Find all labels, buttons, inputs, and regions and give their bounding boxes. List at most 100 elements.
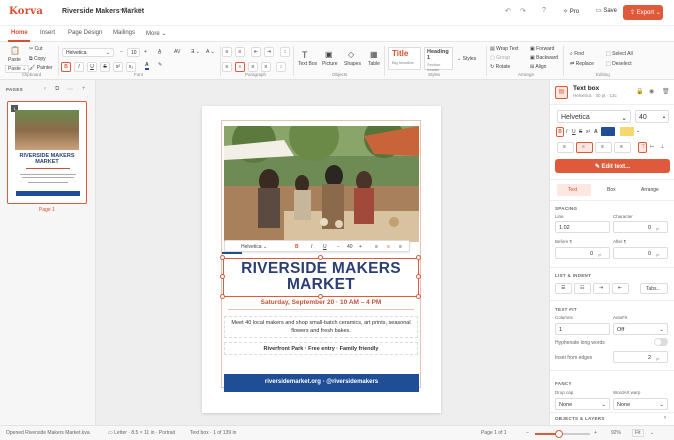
numbering-button[interactable]: ≡ <box>235 47 245 57</box>
help-button[interactable]: ? <box>542 7 546 14</box>
align-right-button[interactable]: ≡ <box>248 62 258 72</box>
paste-icon[interactable]: 📋 <box>10 46 20 55</box>
inset-field[interactable]: 2 <box>613 351 668 363</box>
numbered-list-button[interactable]: ☷ <box>574 283 591 294</box>
align-center-button[interactable]: ≡ <box>576 142 593 153</box>
superscript-button[interactable]: x² <box>113 62 123 72</box>
wordart-select[interactable]: None ⌄ <box>613 398 668 410</box>
collapse-icon[interactable]: ‹ <box>44 86 46 92</box>
align-left-button[interactable]: ≡ <box>222 62 232 72</box>
rotate-button[interactable]: ↻ Rotate <box>490 64 510 70</box>
text-color-button[interactable]: A <box>145 62 149 70</box>
delete-icon[interactable]: 🗑 <box>662 88 670 95</box>
document-page[interactable]: Helvetica ⌄ B I U − 40 + ≡ ≡ ≡ RIVERSIDE… <box>202 106 441 413</box>
tab-page-design[interactable]: Page Design <box>68 30 102 36</box>
highlight-color-swatch[interactable] <box>620 127 634 136</box>
description-text[interactable]: Meet 40 local makers and shop small-batc… <box>224 316 418 338</box>
date-line[interactable]: Saturday, September 20 · 10 AM – 4 PM <box>222 299 420 306</box>
headline-textbox[interactable]: RIVERSIDE MAKERS MARKET <box>223 258 419 297</box>
chevron-down-icon[interactable]: ⌄ <box>650 430 654 436</box>
undo-icon[interactable]: ↶ <box>505 7 511 15</box>
page-thumbnail[interactable]: 1 RIVERSIDE MAKERS MARKET <box>7 101 87 204</box>
resize-handle[interactable] <box>220 255 225 260</box>
resize-handle[interactable] <box>318 255 323 260</box>
objects-layers-section[interactable]: OBJECTS & LAYERS <box>555 416 605 421</box>
find-button[interactable]: ⌕ Find <box>570 51 584 57</box>
shapes-icon[interactable]: ◇ <box>348 50 354 59</box>
floating-bold-button[interactable]: B <box>295 244 299 250</box>
floating-underline-button[interactable]: U <box>323 244 327 250</box>
valign-bottom-icon[interactable]: ⊥ <box>660 144 664 150</box>
eye-icon[interactable]: ◉ <box>649 88 654 95</box>
after-spacing-field[interactable]: 0 <box>613 247 668 259</box>
valign-top-button[interactable]: ⊤ <box>638 142 647 153</box>
footer-banner[interactable]: riversidemarket.org · @riversidemakers <box>224 374 419 392</box>
bold-button[interactable]: B <box>61 62 71 72</box>
floating-font-select[interactable]: Helvetica ⌄ <box>241 244 267 250</box>
text-box-button[interactable]: Text Box <box>298 61 317 67</box>
zoom-in-button[interactable]: + <box>594 430 597 436</box>
duplicate-page-icon[interactable]: ⧉ <box>55 86 59 93</box>
zoom-slider[interactable] <box>535 430 590 438</box>
align-button[interactable]: ⊞ Align <box>530 64 546 70</box>
resize-handle[interactable] <box>220 274 225 279</box>
tab-mailings[interactable]: Mailings <box>113 30 135 36</box>
columns-field[interactable]: 1 <box>555 323 610 335</box>
tab-insert[interactable]: Insert <box>40 30 55 36</box>
bullet-list-button[interactable]: ☰ <box>555 283 572 294</box>
clear-format-button[interactable]: A ⌄ <box>206 49 215 55</box>
edit-text-button[interactable]: ✎ Edit text... <box>555 159 670 173</box>
tab-arrange[interactable]: Arrange <box>641 187 659 193</box>
replace-button[interactable]: ⇄ Replace <box>570 61 594 67</box>
italic-button[interactable]: I <box>566 129 567 135</box>
tab-box[interactable]: Box <box>607 187 616 193</box>
font-family-select[interactable]: Helvetica ⌄ <box>62 48 114 57</box>
export-button[interactable]: ⇪ Export ⌄ <box>623 5 663 20</box>
style-title-card[interactable]: Title Big headline <box>388 47 421 70</box>
wrap-text-button[interactable]: ▤ Wrap Text <box>490 46 518 52</box>
table-icon[interactable]: ▦ <box>370 50 378 59</box>
floating-minus-button[interactable]: − <box>337 244 340 250</box>
bullets-button[interactable]: ≡ <box>222 47 232 57</box>
painter-button[interactable]: 🖌 Painter <box>29 65 53 71</box>
before-spacing-field[interactable]: 0 <box>555 247 610 259</box>
more-icon[interactable]: ⋯ <box>67 86 73 93</box>
deselect-button[interactable]: ⬚ Deselect <box>606 61 632 67</box>
zoom-slider-knob[interactable] <box>554 430 563 438</box>
lock-icon[interactable]: 🔒 <box>636 88 643 95</box>
shapes-button[interactable]: Shapes <box>344 61 361 67</box>
floating-align-right-icon[interactable]: ≡ <box>399 244 402 250</box>
tab-home[interactable]: Home <box>11 30 28 36</box>
tab-more[interactable]: More ⌄ <box>146 30 166 37</box>
text-color-swatch[interactable] <box>601 127 615 136</box>
floating-italic-button[interactable]: I <box>311 244 312 250</box>
justify-button[interactable]: ≡ <box>261 62 271 72</box>
picture-icon[interactable]: ▣ <box>325 50 333 59</box>
tab-text[interactable]: Text <box>557 184 591 196</box>
justify-button[interactable]: ≡ <box>614 142 631 153</box>
redo-icon[interactable]: ↷ <box>520 7 526 15</box>
autofit-select[interactable]: Off ⌄ <box>613 323 668 335</box>
char-spacing-button[interactable]: AV <box>174 49 180 55</box>
save-button[interactable]: ▭ Save <box>596 7 617 14</box>
line-spacing-field[interactable]: 1.02 <box>555 221 610 233</box>
font-family-select[interactable]: Helvetica ⌄ <box>557 110 631 123</box>
character-spacing-field[interactable]: 0 <box>613 221 668 233</box>
underline-button[interactable]: U <box>572 129 576 135</box>
outdent-button[interactable]: ⇤ <box>251 47 261 57</box>
table-button[interactable]: Table <box>368 61 380 67</box>
font-size-field[interactable]: 40 ▴ <box>635 110 669 123</box>
highlight-icon[interactable]: ✎ <box>158 62 162 68</box>
headline-text[interactable]: RIVERSIDE MAKERS MARKET <box>224 261 418 293</box>
line-spacing-button[interactable]: ↕ <box>276 62 286 72</box>
case-button[interactable]: Ǝ ⌄ <box>191 49 200 55</box>
dropcap-select[interactable]: None ⌄ <box>555 398 610 410</box>
subscript-button[interactable]: x₂ <box>126 62 136 72</box>
align-center-button[interactable]: ≡ <box>235 62 245 72</box>
strike-button[interactable]: S <box>579 129 582 135</box>
text-box-icon[interactable]: T <box>302 50 308 60</box>
paste-button[interactable]: Paste <box>8 57 21 63</box>
fit-button[interactable]: Fit <box>632 429 644 437</box>
outdent-button[interactable]: ⇤ <box>612 283 629 294</box>
bold-button[interactable]: B <box>556 127 564 137</box>
